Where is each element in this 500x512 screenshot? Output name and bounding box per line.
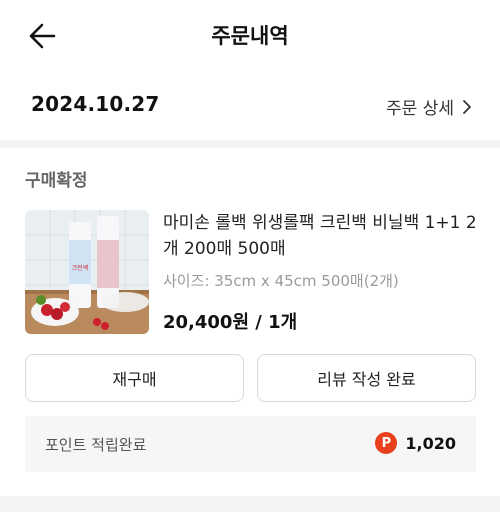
point-badge-icon: P xyxy=(375,432,398,454)
page-title: 주문내역 xyxy=(211,24,289,48)
status-label: 구매확정 xyxy=(25,171,88,191)
points-amount: 1,020 xyxy=(405,433,456,453)
review-complete-button[interactable]: 리뷰 작성 완료 xyxy=(257,354,476,402)
order-date: 2024.10.27 xyxy=(31,92,160,116)
bottom-divider xyxy=(0,496,500,512)
points-label: 포인트 적립완료 xyxy=(45,436,147,454)
thumb-brand-text: 크린백 xyxy=(72,264,89,272)
points-box: 포인트 적립완료 P 1,020 xyxy=(25,416,476,472)
order-detail-label: 주문 상세 xyxy=(386,99,454,119)
header: 주문내역 xyxy=(0,0,500,70)
points-value: P 1,020 xyxy=(375,432,456,454)
product-name[interactable]: 마미손 롤백 위생롤팩 크린백 비닐백 1+1 2개 200매 500매 xyxy=(163,210,483,262)
rebuy-button[interactable]: 재구매 xyxy=(25,354,244,402)
product-option: 사이즈: 35cm x 45cm 500매(2개) xyxy=(163,272,399,290)
chevron-right-icon xyxy=(463,99,471,114)
product-thumbnail[interactable]: 크린백 xyxy=(25,210,149,334)
order-row: 2024.10.27 주문 상세 xyxy=(0,84,500,128)
product-price: 20,400원 / 1개 xyxy=(163,312,298,333)
order-detail-link[interactable]: 주문 상세 xyxy=(386,94,472,119)
section-divider xyxy=(0,140,500,148)
